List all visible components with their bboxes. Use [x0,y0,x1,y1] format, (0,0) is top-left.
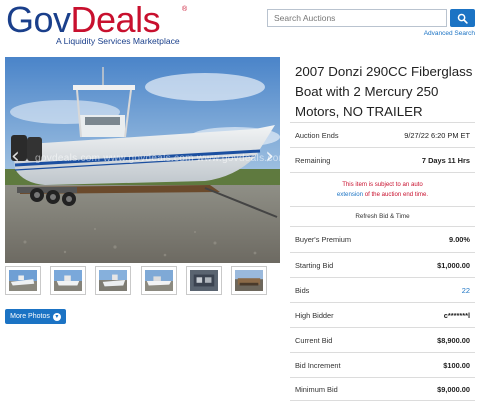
chevron-down-icon: ▾ [52,312,61,321]
photo-watermark: govdeals.com www.govdeals.com www.govdea… [35,153,280,164]
minimum-bid-label: Minimum Bid [295,384,338,394]
notice-text-end: of the auction end time. [364,191,429,198]
starting-bid-value: $1,000.00 [437,260,470,270]
extension-link[interactable]: extension [337,191,363,198]
thumbnail-strip [5,266,267,295]
high-bidder-label: High Bidder [295,310,334,320]
bids-row: Bids 22 [290,277,475,302]
starting-bid-row: Starting Bid $1,000.00 [290,252,475,277]
more-photos-button[interactable]: More Photos ▾ [5,309,66,324]
thumbnail-1[interactable] [5,266,41,295]
bid-increment-row: Bid Increment $100.00 [290,352,475,377]
buyers-premium-value: 9.00% [449,235,470,244]
high-bidder-value: c*******l [443,310,470,320]
bids-label: Bids [295,285,310,295]
thumbnail-2[interactable] [50,266,87,295]
high-bidder-row: High Bidder c*******l [290,302,475,327]
current-bid-row: Current Bid $8,900.00 [290,327,475,352]
current-bid-label: Current Bid [295,335,333,345]
main-photo[interactable]: ‹ › govdeals.com www.govdeals.com www.go… [5,57,280,263]
auction-ends-label: Auction Ends [295,130,339,140]
starting-bid-label: Starting Bid [295,260,334,270]
govdeals-logo[interactable]: GovDeals ® A Liquidity Services Marketpl… [6,2,196,47]
refresh-bid-time-link[interactable]: Refresh Bid & Time [290,206,475,226]
search-button[interactable] [450,9,475,27]
remaining-label: Remaining [295,155,331,165]
remaining-value: 7 Days 11 Hrs [421,155,470,165]
advanced-search-link[interactable]: Advanced Search [424,30,475,37]
remaining-row: Remaining 7 Days 11 Hrs [290,147,475,172]
thumbnail-6[interactable] [230,266,267,295]
buyers-premium-label: Buyer's Premium [295,235,352,244]
current-bid-value: $8,900.00 [437,335,470,345]
bids-count-link[interactable]: 22 [462,286,470,295]
registered-mark: ® [182,6,188,13]
previous-photo-arrow[interactable]: ‹ [11,144,20,169]
thumbnail-5[interactable] [185,266,222,295]
logo-tagline: A Liquidity Services Marketplace [56,36,180,46]
logo-deals: Deals [70,0,161,40]
thumbnail-3[interactable] [95,266,132,295]
bid-increment-label: Bid Increment [295,360,341,370]
minimum-bid-row: Minimum Bid $9,000.00 [290,377,475,401]
search-input[interactable] [267,9,447,27]
auction-ends-row: Auction Ends 9/27/22 6:20 PM ET [290,122,475,147]
bid-increment-value: $100.00 [443,360,470,370]
minimum-bid-value: $9,000.00 [437,384,470,394]
search-icon [457,13,468,24]
logo-wordmark: GovDeals [6,2,196,38]
more-photos-label: More Photos [10,313,50,320]
thumbnail-4[interactable] [140,266,177,295]
logo-gov: Gov [6,0,71,40]
auction-ends-value: 9/27/22 6:20 PM ET [404,130,470,140]
auto-extension-notice: This item is subject to an auto extensio… [290,172,475,206]
notice-text-start: This item is subject to an auto [342,181,423,188]
listing-title: 2007 Donzi 290CC Fiberglass Boat with 2 … [295,64,473,119]
buyers-premium-row: Buyer's Premium 9.00% [290,226,475,252]
